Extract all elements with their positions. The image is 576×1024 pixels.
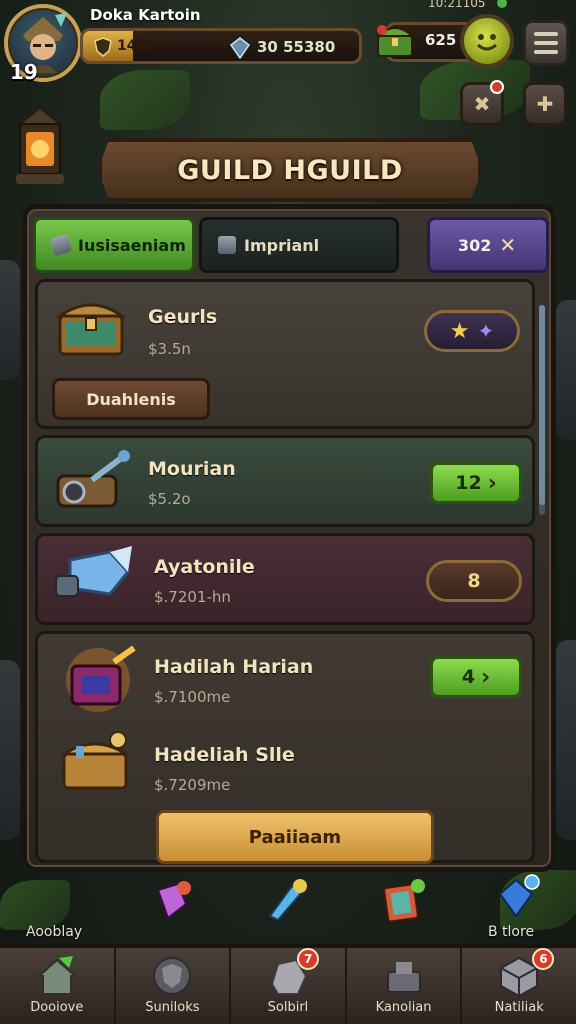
chevron-right-icon: › [487,470,497,496]
player-name: Doka Kartoin [90,6,201,24]
magic-chest-icon [66,645,136,712]
nav-label: Suniloks [145,1000,200,1015]
primary-action-label: Paaiiaam [248,826,342,848]
nav-label: Natiliak [494,1000,544,1015]
item-name: Mourian [148,458,236,480]
star-icon: ★ [449,318,470,344]
emote-button[interactable] [460,14,514,68]
list-item[interactable]: Mourian $5.2o 12 › [35,435,535,527]
house-icon [36,956,78,995]
crossed-tools-icon: ✖ [473,92,491,116]
plus-icon: ✚ [536,92,554,116]
item-price: $5.2o [148,490,191,508]
nav-label: Kanolian [375,1000,432,1015]
blue-gem-icon[interactable] [494,874,540,920]
nav-item-rock[interactable]: Solbirl 7 [231,948,347,1024]
item-action-label: Duahlenis [86,389,176,409]
crystal-icon: ✦ [477,319,495,343]
item-name: Hadeliah Slle [154,744,295,766]
nav-item-workshop[interactable]: Kanolian [347,948,463,1024]
notification-badge: 6 [532,948,555,970]
background-rock [556,640,576,840]
siege-engine-icon [56,450,130,508]
close-tab-button[interactable]: 302 ✕ [427,217,549,273]
favorite-action-button[interactable]: ★ ✦ [424,310,520,352]
chest-icon [55,303,127,356]
nav-label: Solbirl [267,1000,309,1015]
item-name: Hadilah Harian [154,656,314,678]
buy-button[interactable]: 4 › [430,656,522,698]
anvil-icon [386,962,421,993]
gold-chest-icon [58,731,132,790]
hamburger-line [534,41,558,45]
item-price: $.7209me [154,776,231,794]
buy-button-value: 12 [455,472,482,494]
buy-button[interactable]: 12 › [430,462,522,504]
tab-primary[interactable]: Iusisaeniam [33,217,195,273]
nav-item-cube[interactable]: Natiliak 6 [462,948,576,1024]
primary-action-button[interactable]: Paaiiaam [156,810,434,864]
tab-label: 302 [458,235,492,255]
background-rock [0,660,20,840]
item-name: Geurls [148,306,218,328]
tab-label: Iusisaeniam [78,235,186,255]
menu-button[interactable] [523,20,569,66]
chevron-right-icon: › [481,664,491,690]
page-title: GUILD HGUILD [177,154,403,186]
player-level: 19 [10,60,38,84]
shield-icon [94,37,112,57]
nav-item-shield[interactable]: Suniloks [116,948,232,1024]
background-rock [556,300,576,440]
tab-label: Imprianl [244,235,320,255]
hamburger-line [534,32,558,36]
treasure-chest-icon [375,25,415,57]
ingot-icon [218,236,236,254]
xp-value: 146 [117,38,147,54]
buy-button-value: 4 [461,666,476,688]
crystal-shard-icon[interactable] [148,878,194,924]
item-price: $3.5n [148,340,191,358]
background-leaf [0,880,70,930]
top-hud: 19 Doka Kartoin 10:21105 146 30 55380 62… [0,0,576,126]
gem-icon [229,37,251,59]
crystal-drill-icon [55,546,132,597]
scrollbar-thumb[interactable] [539,305,545,505]
item-price: $.7100me [154,688,231,706]
hamburger-line [534,50,558,54]
blade-icon[interactable] [262,878,308,924]
card-icon[interactable] [380,878,426,924]
area-label-left: Aooblay [26,924,83,940]
smiley-icon [477,34,497,51]
xp-resource-bar[interactable]: 146 30 55380 [80,28,362,64]
area-label-right: B tlore [488,924,535,940]
upgrade-button[interactable]: 8 [426,560,522,602]
clock-text: 10:21105 [428,0,486,10]
notification-dot [490,80,504,94]
online-status-icon [497,0,507,8]
gem-count: 30 55380 [257,38,336,56]
gold-count: 625 [425,31,457,49]
list-item-group: Hadilah Harian $.7100me 4 › Hadeliah Sll… [35,631,535,864]
item-list: Geurls $3.5n ★ ✦ Duahlenis Mourian $5.2o… [35,279,535,864]
notification-badge: 7 [297,948,320,970]
ingot-icon [49,233,73,257]
lantern-icon [16,106,64,184]
bottom-navigation: Dooiove Suniloks Solbirl 7 Kanolian Nati… [0,944,576,1024]
nav-item-home[interactable]: Dooiove [0,948,116,1024]
item-name: Ayatonile [154,556,255,578]
item-action-button[interactable]: Duahlenis [52,378,210,420]
list-item[interactable]: Ayatonile $.7201-hn 8 [35,533,535,625]
list-item[interactable]: Geurls $3.5n ★ ✦ Duahlenis [35,279,535,429]
background-rock [0,260,20,380]
tab-secondary[interactable]: Imprianl [199,217,399,273]
nav-label: Dooiove [30,1000,84,1015]
shield-emblem-icon [153,957,192,995]
item-price: $.7201-hn [154,588,231,606]
upgrade-button-value: 8 [467,570,481,592]
close-icon: ✕ [499,233,517,257]
title-banner: GUILD HGUILD [98,138,482,202]
guild-panel: Iusisaeniam Imprianl 302 ✕ Geurls $3.5n … [22,204,556,872]
add-button[interactable]: ✚ [523,82,567,126]
